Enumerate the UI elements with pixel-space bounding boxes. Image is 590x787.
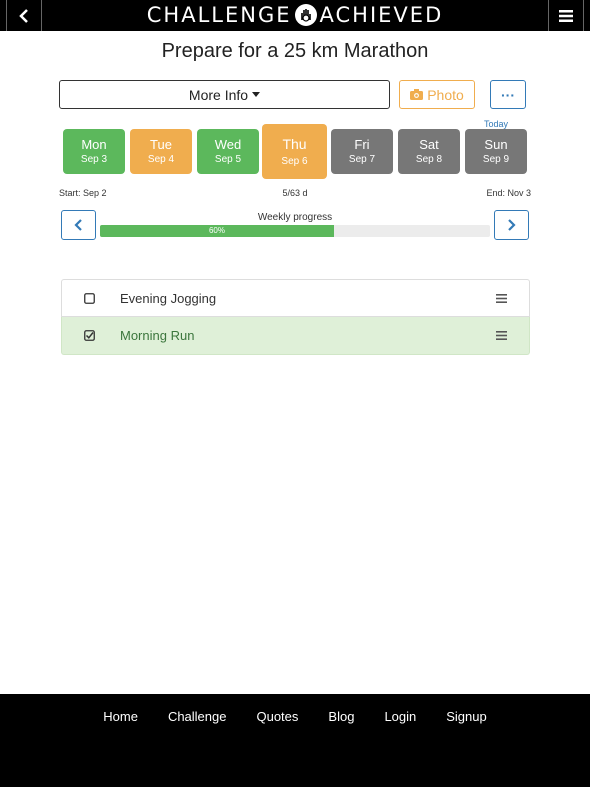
day-fri[interactable]: Fri Sep 7	[331, 129, 393, 174]
day-mon[interactable]: Mon Sep 3	[63, 129, 125, 174]
footer-link-quotes[interactable]: Quotes	[256, 709, 298, 724]
day-name: Sun	[484, 137, 508, 152]
progress-percent: 60%	[208, 226, 225, 235]
weekly-progress-bar: 60%	[100, 225, 490, 237]
day-sat[interactable]: Sat Sep 8	[398, 129, 460, 174]
day-date: Sep 9	[482, 154, 510, 165]
chevron-right-icon	[508, 219, 516, 231]
menu-button[interactable]	[548, 0, 584, 31]
day-date: Sep 5	[214, 154, 242, 165]
drag-handle-icon[interactable]	[496, 294, 507, 303]
prev-week-button[interactable]	[61, 210, 96, 240]
photo-label: Photo	[427, 86, 464, 103]
day-wed[interactable]: Wed Sep 5	[197, 129, 259, 174]
end-date: End: Nov 3	[486, 188, 531, 198]
day-name: Wed	[214, 137, 242, 152]
brand-text-right: ACHIEVED	[319, 3, 444, 27]
weekly-progress-label: Weekly progress	[257, 212, 333, 223]
hamburger-icon	[559, 9, 573, 22]
next-week-button[interactable]	[494, 210, 529, 240]
day-date: Sep 7	[348, 154, 376, 165]
top-navbar: CHALLENGE ACHIEVED	[0, 0, 590, 31]
checkbox-unchecked-icon[interactable]	[84, 293, 95, 304]
day-name: Mon	[81, 137, 107, 152]
drag-handle-icon[interactable]	[496, 331, 507, 340]
footer-nav: Home Challenge Quotes Blog Login Signup	[0, 709, 590, 724]
day-name: Thu	[282, 136, 307, 152]
task-list: Evening Jogging Morning Run	[61, 279, 530, 355]
day-date: Sep 4	[147, 154, 175, 165]
day-name: Sat	[419, 137, 439, 152]
day-name: Fri	[354, 137, 370, 152]
day-name: Tue	[150, 137, 172, 152]
caret-down-icon	[252, 92, 261, 97]
day-date: Sep 6	[281, 156, 308, 167]
day-date: Sep 3	[80, 154, 108, 165]
checkbox-checked-icon[interactable]	[84, 330, 95, 341]
chevron-left-icon	[74, 219, 82, 231]
task-item-evening-jogging[interactable]: Evening Jogging	[61, 279, 530, 317]
footer-link-blog[interactable]: Blog	[328, 709, 354, 724]
task-label: Morning Run	[120, 328, 195, 343]
day-sun[interactable]: Sun Sep 9	[465, 129, 527, 174]
footer: Home Challenge Quotes Blog Login Signup	[0, 694, 590, 787]
footer-link-login[interactable]: Login	[384, 709, 416, 724]
ellipsis-icon: ···	[501, 86, 515, 103]
today-label: Today	[483, 119, 509, 129]
task-label: Evening Jogging	[120, 290, 217, 306]
footer-link-challenge[interactable]: Challenge	[168, 709, 227, 724]
more-info-button[interactable]: More Info	[59, 80, 390, 109]
camera-icon	[410, 89, 424, 100]
day-tue[interactable]: Tue Sep 4	[130, 129, 192, 174]
footer-link-signup[interactable]: Signup	[446, 709, 486, 724]
brand-text-left: CHALLENGE	[146, 3, 292, 27]
photo-button[interactable]: Photo	[399, 80, 475, 109]
more-options-button[interactable]: ···	[490, 80, 526, 109]
task-item-morning-run[interactable]: Morning Run	[61, 317, 530, 355]
page-title: Prepare for a 25 km Marathon	[161, 40, 429, 62]
day-thu[interactable]: Thu Sep 6	[262, 124, 327, 179]
footer-link-home[interactable]: Home	[103, 709, 138, 724]
brand-logo[interactable]: CHALLENGE ACHIEVED	[0, 2, 590, 28]
hand-logo-icon	[294, 4, 317, 26]
day-date: Sep 8	[415, 154, 443, 165]
more-info-label: More Info	[188, 86, 249, 103]
